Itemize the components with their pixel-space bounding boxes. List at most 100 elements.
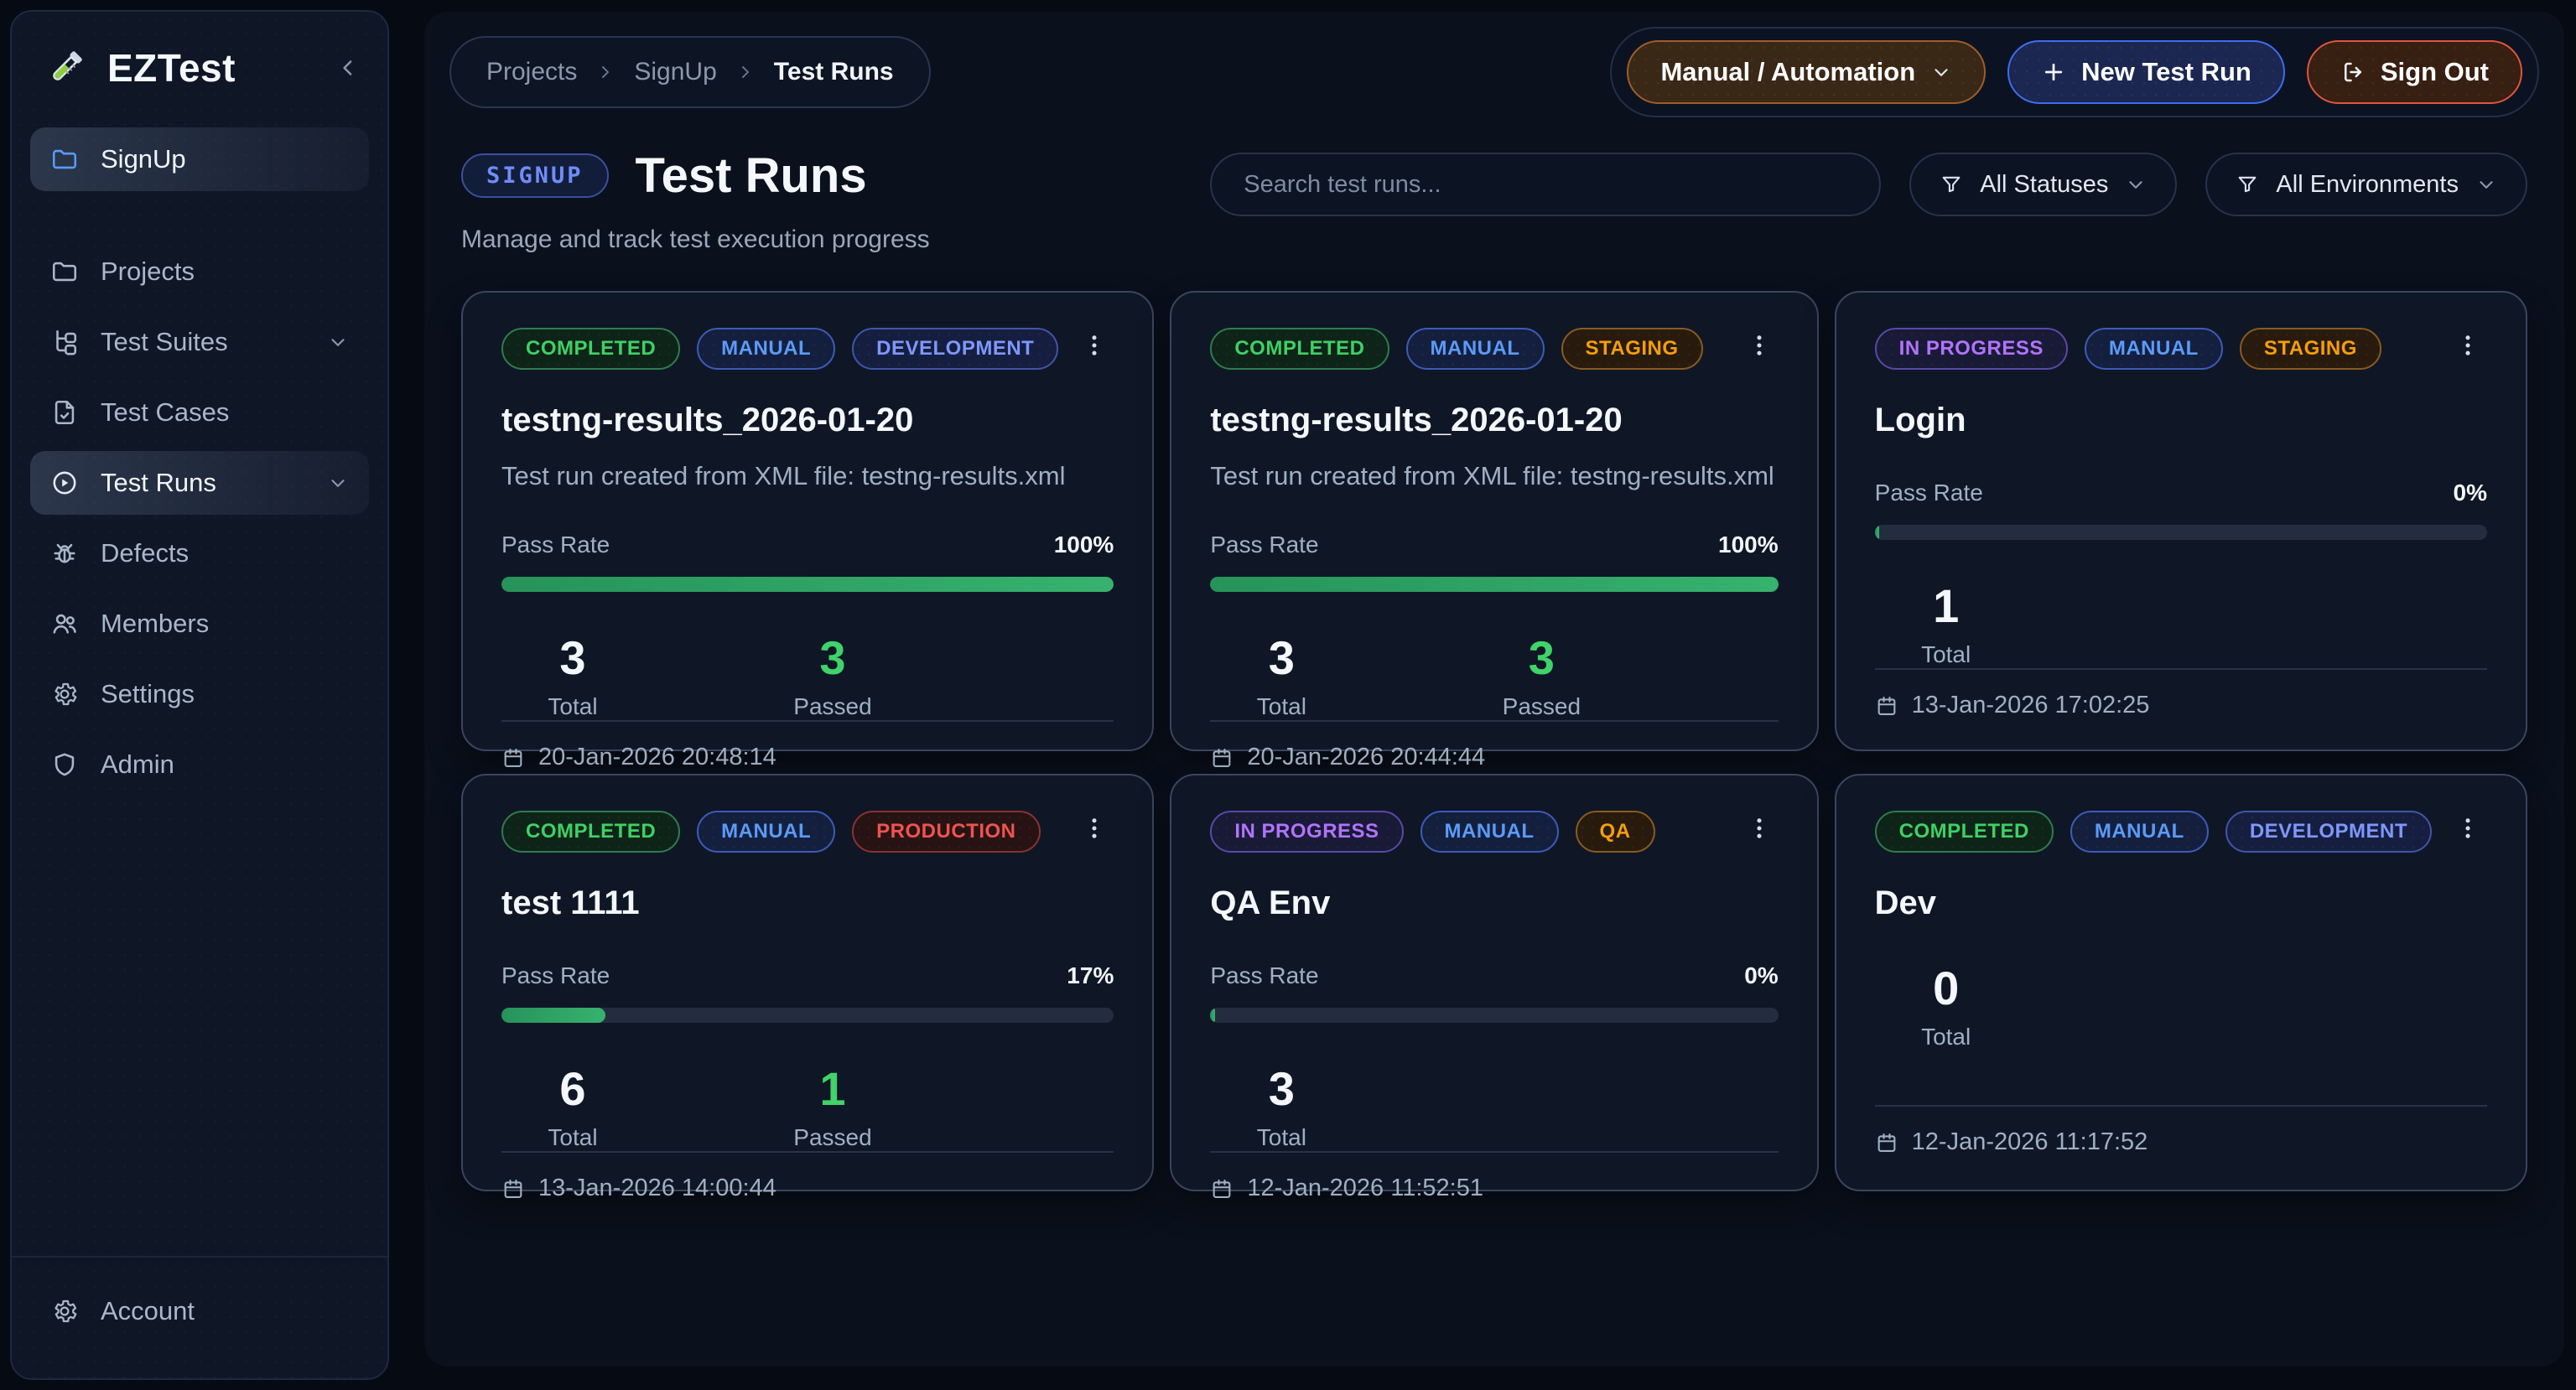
card-footer: 20-Jan-2026 20:44:44 — [1210, 720, 1778, 771]
pass-rate-bar-fill — [1210, 1008, 1214, 1023]
kebab-menu-button[interactable] — [1075, 811, 1114, 846]
stat-passed: 3Passed — [1470, 630, 1613, 720]
sidebar-item-defects[interactable]: Defects — [30, 521, 369, 585]
pass-rate-section: Pass Rate 100% — [501, 532, 1114, 592]
environment-badge: STAGING — [2240, 328, 2381, 370]
pass-rate-label: Pass Rate — [501, 532, 610, 558]
sidebar-item-members[interactable]: Members — [30, 592, 369, 656]
sidebar-item-account[interactable]: Account — [30, 1279, 369, 1343]
environment-badge: DEVELOPMENT — [852, 328, 1058, 370]
stats-row: 1Total — [1875, 578, 2487, 668]
environment-filter-label: All Environments — [2276, 171, 2459, 199]
total-count: 1 — [1875, 578, 2018, 633]
chevron-down-icon — [2125, 174, 2147, 195]
sidebar-item-test-runs[interactable]: Test Runs — [30, 451, 369, 515]
chevron-down-icon — [2475, 174, 2497, 195]
breadcrumb-projects[interactable]: Projects — [486, 58, 577, 86]
type-badge: MANUAL — [1420, 811, 1559, 853]
test-run-card[interactable]: COMPLETED MANUAL STAGING testng-results_… — [1170, 291, 1818, 751]
search-input[interactable] — [1210, 153, 1881, 216]
users-icon — [50, 609, 79, 638]
pass-rate-bar — [1210, 577, 1778, 592]
test-runs-grid: COMPLETED MANUAL DEVELOPMENT testng-resu… — [449, 291, 2539, 1191]
kebab-menu-button[interactable] — [1075, 328, 1114, 363]
test-run-card[interactable]: COMPLETED MANUAL PRODUCTION test 1111 Pa… — [461, 774, 1154, 1191]
status-badge: COMPLETED — [1875, 811, 2054, 853]
chevron-down-icon — [327, 331, 349, 353]
test-run-card[interactable]: COMPLETED MANUAL DEVELOPMENT Dev 0Total … — [1835, 774, 2527, 1191]
test-tube-icon — [44, 46, 87, 90]
total-count: 3 — [501, 630, 644, 685]
pass-rate-section: Pass Rate 0% — [1875, 480, 2487, 540]
kebab-menu-button[interactable] — [1740, 811, 1779, 846]
mode-dropdown-button[interactable]: Manual / Automation — [1627, 40, 1986, 104]
sidebar-collapse-button[interactable] — [335, 55, 361, 80]
pass-rate-bar — [1210, 1008, 1778, 1023]
kebab-menu-button[interactable] — [1740, 328, 1779, 363]
test-run-date: 12-Jan-2026 11:17:52 — [1912, 1128, 2148, 1156]
sidebar-item-test-cases[interactable]: Test Cases — [30, 381, 369, 444]
badge-row: IN PROGRESS MANUAL QA — [1210, 811, 1778, 853]
pass-rate-section: Pass Rate 17% — [501, 962, 1114, 1023]
stat-total: 1Total — [1875, 578, 2018, 668]
calendar-icon — [1875, 1131, 1898, 1154]
stat-label: Total — [501, 693, 644, 720]
environment-filter-dropdown[interactable]: All Environments — [2205, 153, 2527, 216]
pass-rate-value: 17% — [1067, 962, 1114, 989]
calendar-icon — [501, 746, 525, 770]
test-run-title: Login — [1875, 402, 2487, 439]
main-panel: Projects SignUp Test Runs Manual / Autom… — [424, 12, 2564, 1367]
card-footer: 20-Jan-2026 20:48:14 — [501, 720, 1114, 771]
sidebar-item-projects[interactable]: Projects — [30, 240, 369, 303]
pass-rate-bar-fill — [501, 577, 1114, 592]
passed-count: 1 — [761, 1061, 904, 1116]
pass-rate-bar-fill — [1210, 577, 1778, 592]
pass-rate-label: Pass Rate — [1210, 532, 1318, 558]
breadcrumb-signup[interactable]: SignUp — [634, 58, 716, 86]
project-badge: SIGNUP — [461, 153, 609, 198]
sidebar-item-signup[interactable]: SignUp — [30, 127, 369, 191]
calendar-icon — [1210, 1177, 1233, 1201]
stats-row: 6 Total 1Passed — [501, 1061, 1114, 1151]
stat-label: Total — [501, 1124, 644, 1151]
chevron-right-icon — [735, 62, 756, 82]
status-badge: COMPLETED — [501, 811, 680, 853]
sidebar-item-test-suites[interactable]: Test Suites — [30, 310, 369, 374]
stat-label: Total — [1210, 1124, 1353, 1151]
calendar-icon — [501, 1177, 525, 1201]
chevron-right-icon — [595, 62, 615, 82]
calendar-icon — [1875, 694, 1898, 718]
total-count: 3 — [1210, 630, 1353, 685]
status-filter-dropdown[interactable]: All Statuses — [1909, 153, 2177, 216]
status-filter-label: All Statuses — [1980, 171, 2108, 199]
test-run-date: 12-Jan-2026 11:52:51 — [1247, 1175, 1483, 1202]
pass-rate-bar — [501, 1008, 1114, 1023]
total-count: 6 — [501, 1061, 644, 1116]
stats-row: 3Total3Passed — [501, 630, 1114, 720]
pass-rate-value: 100% — [1718, 532, 1779, 558]
chevron-down-icon — [1930, 61, 1952, 83]
pass-rate-label: Pass Rate — [501, 962, 610, 989]
sidebar-item-settings[interactable]: Settings — [30, 662, 369, 726]
sign-out-button[interactable]: Sign Out — [2307, 40, 2522, 104]
test-run-card[interactable]: IN PROGRESS MANUAL STAGING Login Pass Ra… — [1835, 291, 2527, 751]
new-test-run-label: New Test Run — [2081, 57, 2251, 87]
environment-badge: QA — [1576, 811, 1655, 853]
test-run-card[interactable]: COMPLETED MANUAL DEVELOPMENT testng-resu… — [461, 291, 1154, 751]
kebab-menu-button[interactable] — [2449, 328, 2487, 363]
card-footer: 13-Jan-2026 14:00:44 — [501, 1151, 1114, 1202]
type-badge: MANUAL — [697, 811, 835, 853]
badge-row: COMPLETED MANUAL STAGING — [1210, 328, 1778, 370]
play-circle-icon — [50, 469, 79, 497]
file-check-icon — [50, 398, 79, 427]
test-run-card[interactable]: IN PROGRESS MANUAL QA QA Env Pass Rate 0… — [1170, 774, 1818, 1191]
pass-rate-section: Pass Rate 0% — [1210, 962, 1778, 1023]
kebab-menu-button[interactable] — [2449, 811, 2487, 846]
status-badge: IN PROGRESS — [1210, 811, 1403, 853]
stat-passed: 1Passed — [761, 1061, 904, 1151]
total-count: 3 — [1210, 1061, 1353, 1116]
test-run-date: 20-Jan-2026 20:48:14 — [538, 744, 776, 771]
environment-badge: DEVELOPMENT — [2225, 811, 2432, 853]
sidebar-item-admin[interactable]: Admin — [30, 733, 369, 796]
new-test-run-button[interactable]: New Test Run — [2007, 40, 2285, 104]
